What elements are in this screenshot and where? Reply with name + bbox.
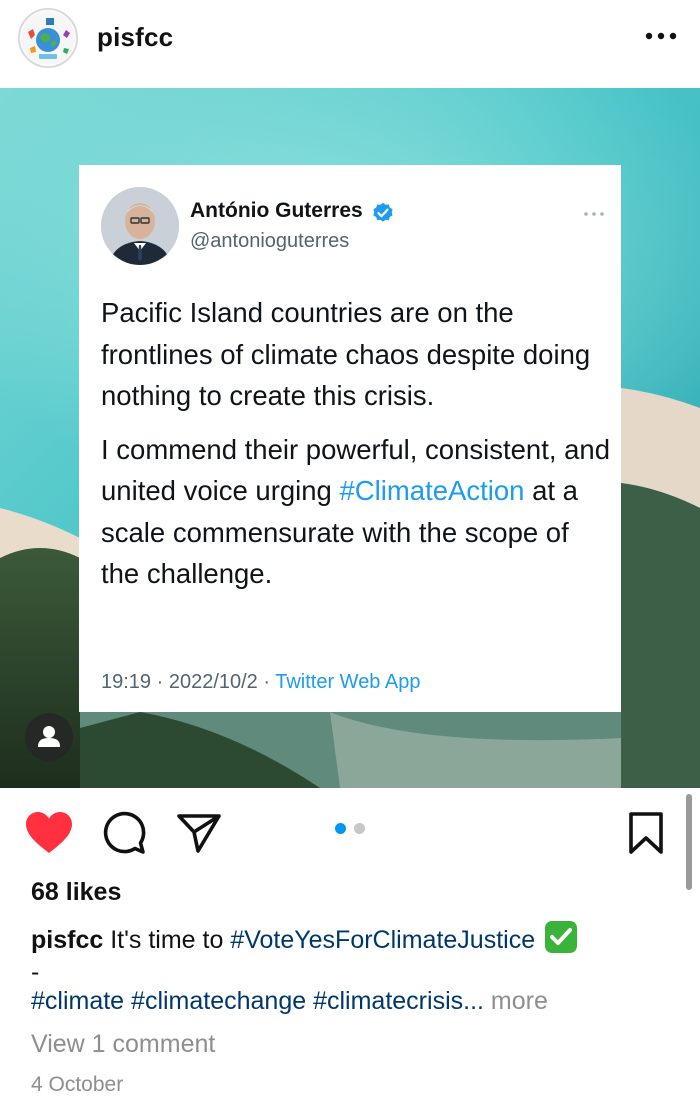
caption-text: It's time to bbox=[110, 926, 231, 954]
comment-icon[interactable] bbox=[102, 811, 146, 855]
carousel-dot-active bbox=[335, 823, 346, 834]
tweet-timestamp: 19:19 · 2022/10/2 · bbox=[101, 671, 276, 693]
post-image[interactable]: António Guterres @antonioguterres Pacifi… bbox=[0, 88, 700, 788]
hashtag-links[interactable]: #climate #climatechange #climatecrisis..… bbox=[31, 987, 484, 1015]
tweet-paragraph: I commend their powerful, consistent, an… bbox=[101, 429, 611, 595]
tweet-meta: 19:19 · 2022/10/2 · Twitter Web App bbox=[101, 671, 420, 694]
tweet-author-handle: @antonioguterres bbox=[190, 230, 350, 252]
tweet-author-name: António Guterres bbox=[190, 199, 363, 222]
post-date: 4 October bbox=[31, 1073, 124, 1096]
carousel-indicator bbox=[335, 823, 367, 835]
likes-count[interactable]: 68 likes bbox=[31, 878, 121, 907]
heart-icon[interactable] bbox=[25, 811, 73, 855]
more-horizontal-icon[interactable] bbox=[644, 26, 678, 46]
tweet-more-icon bbox=[583, 205, 605, 216]
carousel-dot bbox=[354, 823, 365, 834]
post-caption: pisfcc It's time to #VoteYesForClimateJu… bbox=[31, 920, 681, 957]
caption-hashtags: #climate #climatechange #climatecrisis..… bbox=[31, 987, 548, 1016]
profile-avatar[interactable] bbox=[18, 8, 78, 68]
bookmark-icon[interactable] bbox=[626, 811, 666, 855]
tweet-card: António Guterres @antonioguterres Pacifi… bbox=[79, 165, 621, 712]
paper-plane-icon[interactable] bbox=[176, 812, 222, 854]
more-link[interactable]: more bbox=[491, 987, 548, 1015]
tweet-source: Twitter Web App bbox=[275, 671, 421, 693]
post-username[interactable]: pisfcc bbox=[97, 22, 173, 53]
post-action-bar bbox=[0, 788, 700, 890]
check-mark-emoji bbox=[544, 920, 578, 954]
user-tag-icon bbox=[38, 726, 60, 747]
caption-username[interactable]: pisfcc bbox=[31, 926, 103, 954]
caption-hashtag[interactable]: #VoteYesForClimateJustice bbox=[230, 926, 535, 954]
user-tag-button[interactable] bbox=[25, 713, 73, 761]
tweet-paragraph: Pacific Island countries are on the fron… bbox=[101, 297, 591, 411]
view-comments-link[interactable]: View 1 comment bbox=[31, 1030, 215, 1059]
scrollbar[interactable] bbox=[686, 794, 692, 890]
tweet-hashtag: #ClimateAction bbox=[339, 475, 525, 506]
tweet-author-avatar bbox=[101, 187, 179, 265]
verified-badge-icon bbox=[372, 202, 394, 224]
post-header: pisfcc bbox=[0, 0, 700, 88]
tweet-text: Pacific Island countries are on the fron… bbox=[101, 292, 611, 595]
caption-separator: - bbox=[31, 958, 40, 986]
